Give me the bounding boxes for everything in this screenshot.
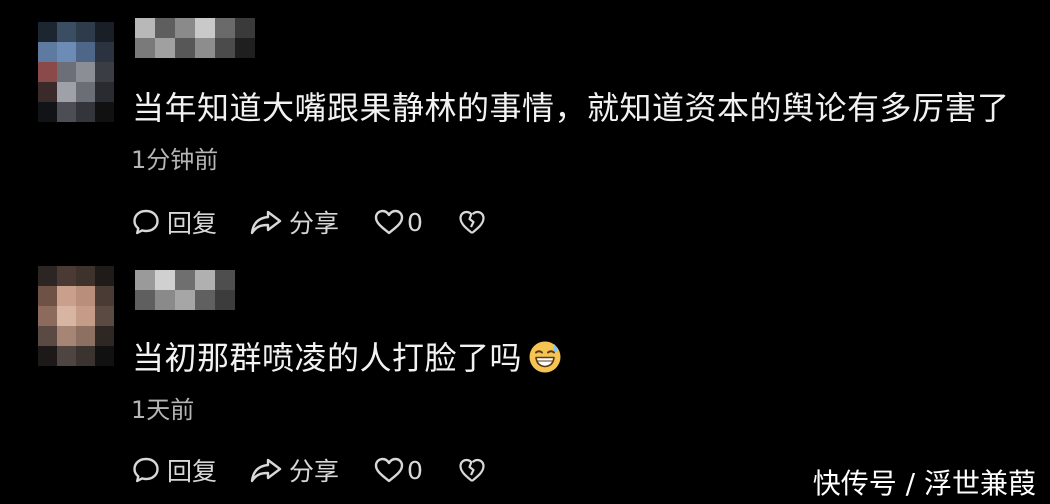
share-arrow-icon xyxy=(249,455,283,485)
broken-heart-icon xyxy=(457,455,487,485)
share-arrow-icon xyxy=(249,207,283,237)
like-count: 0 xyxy=(407,207,423,237)
share-label: 分享 xyxy=(289,209,340,238)
dislike-button[interactable] xyxy=(457,205,497,239)
like-button[interactable]: 0 xyxy=(373,453,457,487)
like-button[interactable]: 0 xyxy=(373,205,457,239)
reply-button[interactable]: 回复 xyxy=(131,205,249,239)
like-count: 0 xyxy=(407,455,423,485)
comment-timestamp: 1天前 xyxy=(131,396,195,424)
broken-heart-icon xyxy=(457,207,487,237)
share-button[interactable]: 分享 xyxy=(249,453,373,487)
username-blurred[interactable] xyxy=(135,270,255,310)
heart-icon xyxy=(373,207,405,237)
watermark: 快传号 / 浮世兼葭 xyxy=(808,466,1040,502)
grinning-sweat-emoji xyxy=(528,340,562,374)
username-blurred[interactable] xyxy=(135,18,255,58)
avatar[interactable] xyxy=(38,22,114,122)
comment-text: 当初那群喷凌的人打脸了吗 xyxy=(132,338,562,378)
avatar[interactable] xyxy=(38,266,114,366)
reply-label: 回复 xyxy=(167,457,218,486)
comment-bubble-icon xyxy=(131,207,161,237)
reply-label: 回复 xyxy=(167,209,218,238)
comment-bubble-icon xyxy=(131,455,161,485)
share-label: 分享 xyxy=(289,457,340,486)
dislike-button[interactable] xyxy=(457,453,497,487)
comment-actions: 回复 分享 0 xyxy=(131,205,497,239)
comment-actions: 回复 分享 0 xyxy=(131,453,497,487)
share-button[interactable]: 分享 xyxy=(249,205,373,239)
heart-icon xyxy=(373,455,405,485)
comment-timestamp: 1分钟前 xyxy=(131,146,219,174)
comment-text-content: 当初那群喷凌的人打脸了吗 xyxy=(132,339,523,377)
comment-item: 当年知道大嘴跟果静林的事情，就知道资本的舆论有多厉害了 1分钟前 回复 分享 0 xyxy=(0,0,1050,250)
reply-button[interactable]: 回复 xyxy=(131,453,249,487)
comment-text: 当年知道大嘴跟果静林的事情，就知道资本的舆论有多厉害了 xyxy=(132,89,1010,127)
